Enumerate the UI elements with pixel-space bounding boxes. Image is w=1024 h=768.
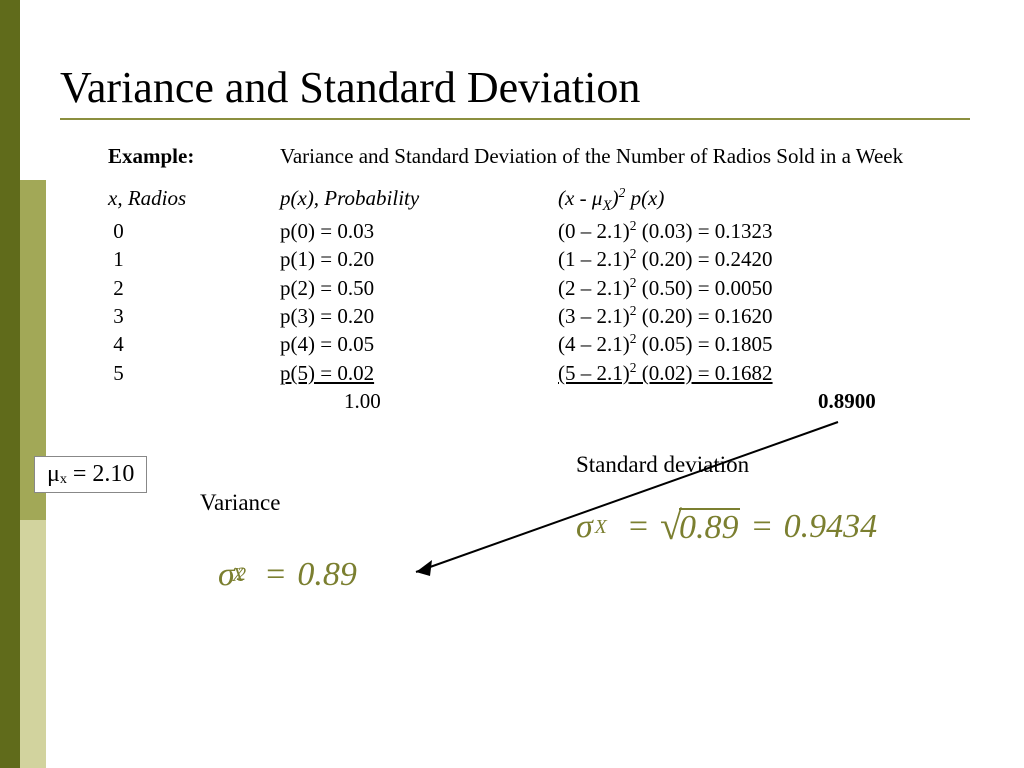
cell-calc: (3 – 2.1)2 (0.20) = 0.1620 — [558, 302, 918, 330]
cell-x: 2 — [108, 274, 280, 302]
example-label: Example: — [108, 142, 280, 170]
cell-x: 3 — [108, 302, 280, 330]
col3-suffix: p(x) — [625, 186, 664, 210]
example-row: Example: Variance and Standard Deviation… — [108, 142, 968, 170]
accent-bar-dark — [0, 0, 20, 768]
cell-px: p(3) = 0.20 — [280, 302, 558, 330]
table-row: 4p(4) = 0.05(4 – 2.1)2 (0.05) = 0.1805 — [108, 330, 968, 358]
total-sumsq: 0.8900 — [818, 389, 876, 413]
col3-mid: ) — [612, 186, 619, 210]
table-header: x, Radios p(x), Probability (x - μX)2 p(… — [108, 184, 968, 217]
sd-value: 0.9434 — [784, 508, 878, 546]
accent-bar-light — [20, 520, 46, 768]
content-area: Example: Variance and Standard Deviation… — [108, 142, 968, 415]
sd-eq1: = — [629, 508, 648, 546]
cell-x: 0 — [108, 217, 280, 245]
cell-x: 1 — [108, 245, 280, 273]
cell-x: 4 — [108, 330, 280, 358]
cell-px: p(1) = 0.20 — [280, 245, 558, 273]
totals-row: 1.00 0.8900 — [108, 387, 968, 415]
cell-px: p(4) = 0.05 — [280, 330, 558, 358]
table-row: 5p(5) = 0.02(5 – 2.1)2 (0.02) = 0.1682 — [108, 359, 968, 387]
cell-px: p(2) = 0.50 — [280, 274, 558, 302]
page-title: Variance and Standard Deviation — [60, 62, 640, 113]
sd-label: Standard deviation — [576, 452, 749, 478]
cell-calc: (1 – 2.1)2 (0.20) = 0.2420 — [558, 245, 918, 273]
sqrt-icon: √0.89 — [660, 508, 740, 546]
col3-prefix: (x - — [558, 186, 592, 210]
slide: Variance and Standard Deviation Example:… — [0, 0, 1024, 768]
example-label-text: Example — [108, 144, 187, 168]
cell-calc: (2 – 2.1)2 (0.50) = 0.0050 — [558, 274, 918, 302]
sd-rad: 0.89 — [679, 508, 741, 546]
col-header-calc: (x - μX)2 p(x) — [558, 184, 918, 217]
table-row: 3p(3) = 0.20(3 – 2.1)2 (0.20) = 0.1620 — [108, 302, 968, 330]
table-row: 1p(1) = 0.20(1 – 2.1)2 (0.20) = 0.2420 — [108, 245, 968, 273]
mean-box: μₓ = 2.10 — [34, 456, 147, 493]
variance-label: Variance — [200, 490, 280, 516]
table-row: 0p(0) = 0.03(0 – 2.1)2 (0.03) = 0.1323 — [108, 217, 968, 245]
cell-calc: (4 – 2.1)2 (0.05) = 0.1805 — [558, 330, 918, 358]
sigma-icon: σ — [576, 508, 593, 546]
sd-formula: σX = √0.89 = 0.9434 — [576, 508, 877, 546]
sd-sub: X — [595, 516, 607, 539]
title-rule — [60, 118, 970, 120]
var-sub: X — [232, 564, 244, 587]
variance-formula: σ2X = 0.89 — [218, 556, 357, 594]
cell-calc: (5 – 2.1)2 (0.02) = 0.1682 — [558, 359, 918, 387]
cell-px: p(0) = 0.03 — [280, 217, 558, 245]
table-row: 2p(2) = 0.50(2 – 2.1)2 (0.50) = 0.0050 — [108, 274, 968, 302]
cell-x: 5 — [108, 359, 280, 387]
col3-musub: X — [602, 199, 611, 215]
var-value: 0.89 — [297, 556, 357, 594]
cell-calc: (0 – 2.1)2 (0.03) = 0.1323 — [558, 217, 918, 245]
col-header-px: p(x), Probability — [280, 184, 558, 217]
total-prob: 1.00 — [344, 389, 381, 413]
cell-px: p(5) = 0.02 — [280, 359, 558, 387]
var-eq: = — [266, 556, 285, 594]
data-table: x, Radios p(x), Probability (x - μX)2 p(… — [108, 184, 968, 415]
col-header-x: x, Radios — [108, 184, 280, 217]
col3-mu: μ — [592, 186, 603, 210]
example-description: Variance and Standard Deviation of the N… — [280, 142, 910, 170]
sd-eq2: = — [752, 508, 771, 546]
